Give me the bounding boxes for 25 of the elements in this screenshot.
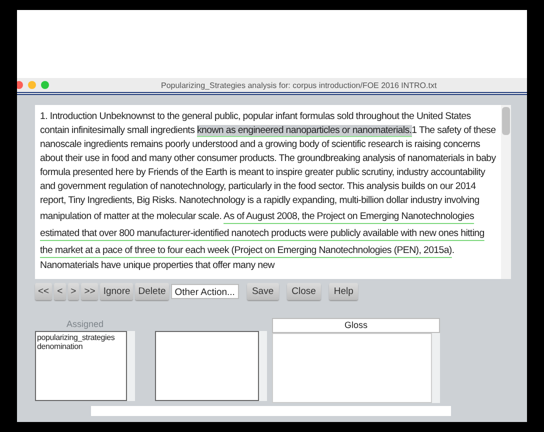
scrollbar[interactable] (259, 331, 267, 401)
scrollbar[interactable] (127, 331, 135, 401)
list-item[interactable]: popularizing_strategies (37, 333, 125, 342)
input-field[interactable] (91, 406, 451, 416)
action-menu[interactable]: Other Action... (170, 284, 239, 299)
toolbar-button[interactable]: << (35, 283, 52, 300)
toolbar-button[interactable]: >> (81, 283, 98, 300)
toolbar-button[interactable]: < (54, 283, 66, 300)
column-header: Gloss (272, 318, 440, 333)
list-heading: Assigned (65, 318, 105, 331)
scroll-thumb[interactable] (502, 107, 510, 135)
minimize-icon[interactable] (28, 81, 36, 89)
toolbar-button[interactable]: Ignore (100, 283, 134, 300)
toolbar-button[interactable]: > (68, 283, 80, 300)
zoom-icon[interactable] (41, 81, 49, 89)
scrollbar[interactable] (432, 333, 440, 403)
toolbar-button[interactable]: Save (246, 283, 279, 300)
list-item[interactable]: denomination (37, 342, 125, 351)
toolbar-button[interactable]: Help (328, 283, 358, 300)
window-title: Popularizing_Strategies analysis for: corpus introduction/FOE 2016 INTRO.txt (161, 80, 437, 90)
toolbar-button[interactable]: Close (286, 283, 321, 300)
scrollbar[interactable] (501, 105, 511, 279)
document-text: 1. Introduction Unbeknownst to the general public, popular infant formulas sold throughout the United States contain infinitesimally small ingredients known as engineered nanoparticles or nanomaterials.1 The safety of these nanoscale ingredients remains poorly understood and a growing body of scientific research is raising concerns about their use in food and many other consumer products. The groundbreaking analysis of nanomaterials in baby formula presented here by Friends of the Earth is meant to inspire greater public scrutiny, industry accountability and government regulation of nanotechnology, particularly in the food sector. This analysis builds on our 2014 report, Tiny Ingredients, Big Risks. Nanotechnology is a rapidly expanding, multi-billion dollar industry involving manipulation of matter at the molecular scale. As of August 2008, the Project on Emerging Nanotechnologies estimated that over 800 manufacturer-identified nanotech products were publicly available with new ones hitting the market at a pace of three to four each week (Project on Emerging Nanotechnologies (PEN), 2015a). Nanomaterials have unique properties that offer many new (39, 110, 497, 273)
toolbar-button[interactable]: Delete (135, 283, 169, 300)
close-icon[interactable] (17, 81, 23, 89)
